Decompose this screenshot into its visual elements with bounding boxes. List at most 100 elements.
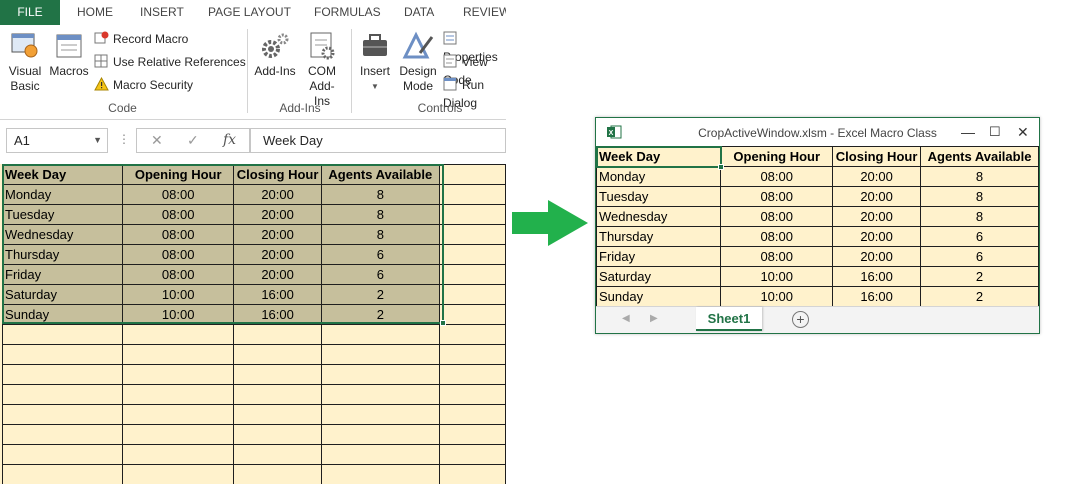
empty-cell[interactable] xyxy=(438,324,506,345)
table-cell[interactable]: 20:00 xyxy=(233,184,323,205)
empty-cell[interactable] xyxy=(233,344,323,365)
table-cell[interactable]: 10:00 xyxy=(720,266,834,287)
table-cell[interactable]: Monday xyxy=(596,166,722,187)
empty-cell[interactable] xyxy=(1,344,124,365)
table-cell[interactable]: 20:00 xyxy=(233,264,323,285)
table-cell[interactable]: 08:00 xyxy=(122,204,235,225)
table-cell[interactable]: Friday xyxy=(596,246,722,267)
empty-cell[interactable] xyxy=(1,364,124,385)
empty-cell[interactable] xyxy=(438,164,506,185)
macro-security-button[interactable]: Macro Security xyxy=(94,76,193,94)
macros-button[interactable]: Macros xyxy=(44,31,94,79)
empty-cell[interactable] xyxy=(233,464,323,484)
table-cell[interactable]: 16:00 xyxy=(233,284,323,305)
table-cell[interactable]: 2 xyxy=(920,266,1039,287)
empty-cell[interactable] xyxy=(1,324,124,345)
empty-cell[interactable] xyxy=(233,404,323,425)
empty-cell[interactable] xyxy=(233,384,323,405)
cancel-icon[interactable]: ✕ xyxy=(151,132,163,149)
empty-cell[interactable] xyxy=(321,464,440,484)
empty-cell[interactable] xyxy=(233,324,323,345)
empty-cell[interactable] xyxy=(122,464,235,484)
tab-formulas[interactable]: FORMULAS xyxy=(314,0,381,25)
header-cell[interactable]: Closing Hour xyxy=(832,146,922,167)
table-cell[interactable]: 08:00 xyxy=(122,224,235,245)
scroll-left-icon[interactable]: ◀ xyxy=(622,313,630,324)
maximize-icon[interactable]: ☐ xyxy=(989,124,1001,140)
empty-cell[interactable] xyxy=(438,404,506,425)
empty-cell[interactable] xyxy=(438,224,506,245)
table-cell[interactable]: 10:00 xyxy=(122,304,235,325)
header-cell[interactable]: Week Day xyxy=(596,146,722,167)
table-cell[interactable]: 2 xyxy=(920,286,1039,306)
table-cell[interactable]: 2 xyxy=(321,284,440,305)
header-cell[interactable]: Week Day xyxy=(1,164,124,185)
minimize-icon[interactable]: — xyxy=(961,124,975,140)
empty-cell[interactable] xyxy=(1,404,124,425)
run-dialog-button[interactable]: Run Dialog xyxy=(443,76,506,110)
sheet-tab-sheet1[interactable]: Sheet1 xyxy=(696,307,762,331)
empty-cell[interactable] xyxy=(438,184,506,205)
empty-cell[interactable] xyxy=(122,404,235,425)
table-cell[interactable]: 6 xyxy=(321,264,440,285)
empty-cell[interactable] xyxy=(122,324,235,345)
header-cell[interactable]: Opening Hour xyxy=(122,164,235,185)
close-icon[interactable]: ✕ xyxy=(1017,124,1029,141)
empty-cell[interactable] xyxy=(233,444,323,465)
table-cell[interactable]: 6 xyxy=(321,244,440,265)
empty-cell[interactable] xyxy=(1,424,124,445)
tab-page-layout[interactable]: PAGE LAYOUT xyxy=(208,0,291,25)
table-cell[interactable]: Saturday xyxy=(596,266,722,287)
table-cell[interactable]: Thursday xyxy=(1,244,124,265)
empty-cell[interactable] xyxy=(321,384,440,405)
table-cell[interactable]: Tuesday xyxy=(1,204,124,225)
table-cell[interactable]: Wednesday xyxy=(596,206,722,227)
table-cell[interactable]: 20:00 xyxy=(233,224,323,245)
table-cell[interactable]: 16:00 xyxy=(832,286,922,306)
table-cell[interactable]: 6 xyxy=(920,246,1039,267)
com-add-ins-button[interactable]: COM Add-Ins xyxy=(297,31,347,109)
empty-cell[interactable] xyxy=(1,464,124,484)
empty-cell[interactable] xyxy=(438,344,506,365)
table-cell[interactable]: 08:00 xyxy=(122,184,235,205)
chevron-down-icon[interactable]: ▼ xyxy=(93,129,102,152)
view-code-button[interactable]: View Code xyxy=(443,53,506,87)
properties-button[interactable]: Properties xyxy=(443,30,506,64)
tab-data[interactable]: DATA xyxy=(404,0,434,25)
tab-insert[interactable]: INSERT xyxy=(140,0,184,25)
empty-cell[interactable] xyxy=(122,424,235,445)
empty-cell[interactable] xyxy=(438,244,506,265)
table-cell[interactable]: 2 xyxy=(321,304,440,325)
empty-cell[interactable] xyxy=(321,344,440,365)
table-cell[interactable]: 20:00 xyxy=(233,204,323,225)
empty-cell[interactable] xyxy=(321,444,440,465)
empty-cell[interactable] xyxy=(122,364,235,385)
tab-review[interactable]: REVIEW xyxy=(463,0,506,25)
table-cell[interactable]: 20:00 xyxy=(832,166,922,187)
empty-cell[interactable] xyxy=(122,344,235,365)
header-cell[interactable]: Opening Hour xyxy=(720,146,834,167)
table-cell[interactable]: Friday xyxy=(1,264,124,285)
insert-function-icon[interactable]: fx xyxy=(223,132,236,148)
table-cell[interactable]: 20:00 xyxy=(233,244,323,265)
header-cell[interactable]: Agents Available xyxy=(920,146,1039,167)
empty-cell[interactable] xyxy=(122,444,235,465)
table-cell[interactable]: 8 xyxy=(920,206,1039,227)
table-cell[interactable]: 08:00 xyxy=(720,226,834,247)
empty-cell[interactable] xyxy=(438,264,506,285)
empty-cell[interactable] xyxy=(122,384,235,405)
table-cell[interactable]: Sunday xyxy=(1,304,124,325)
tab-home[interactable]: HOME xyxy=(77,0,113,25)
table-cell[interactable]: Saturday xyxy=(1,284,124,305)
table-cell[interactable]: 16:00 xyxy=(832,266,922,287)
empty-cell[interactable] xyxy=(438,364,506,385)
table-cell[interactable]: 10:00 xyxy=(720,286,834,306)
formula-input[interactable]: Week Day xyxy=(250,128,506,153)
tab-file[interactable]: FILE xyxy=(0,0,60,25)
table-cell[interactable]: 08:00 xyxy=(122,244,235,265)
empty-cell[interactable] xyxy=(233,364,323,385)
table-cell[interactable]: 6 xyxy=(920,226,1039,247)
resize-handle-icon[interactable]: ⋮ xyxy=(118,132,130,146)
use-relative-references-button[interactable]: Use Relative References xyxy=(94,53,246,71)
header-cell[interactable]: Agents Available xyxy=(321,164,440,185)
